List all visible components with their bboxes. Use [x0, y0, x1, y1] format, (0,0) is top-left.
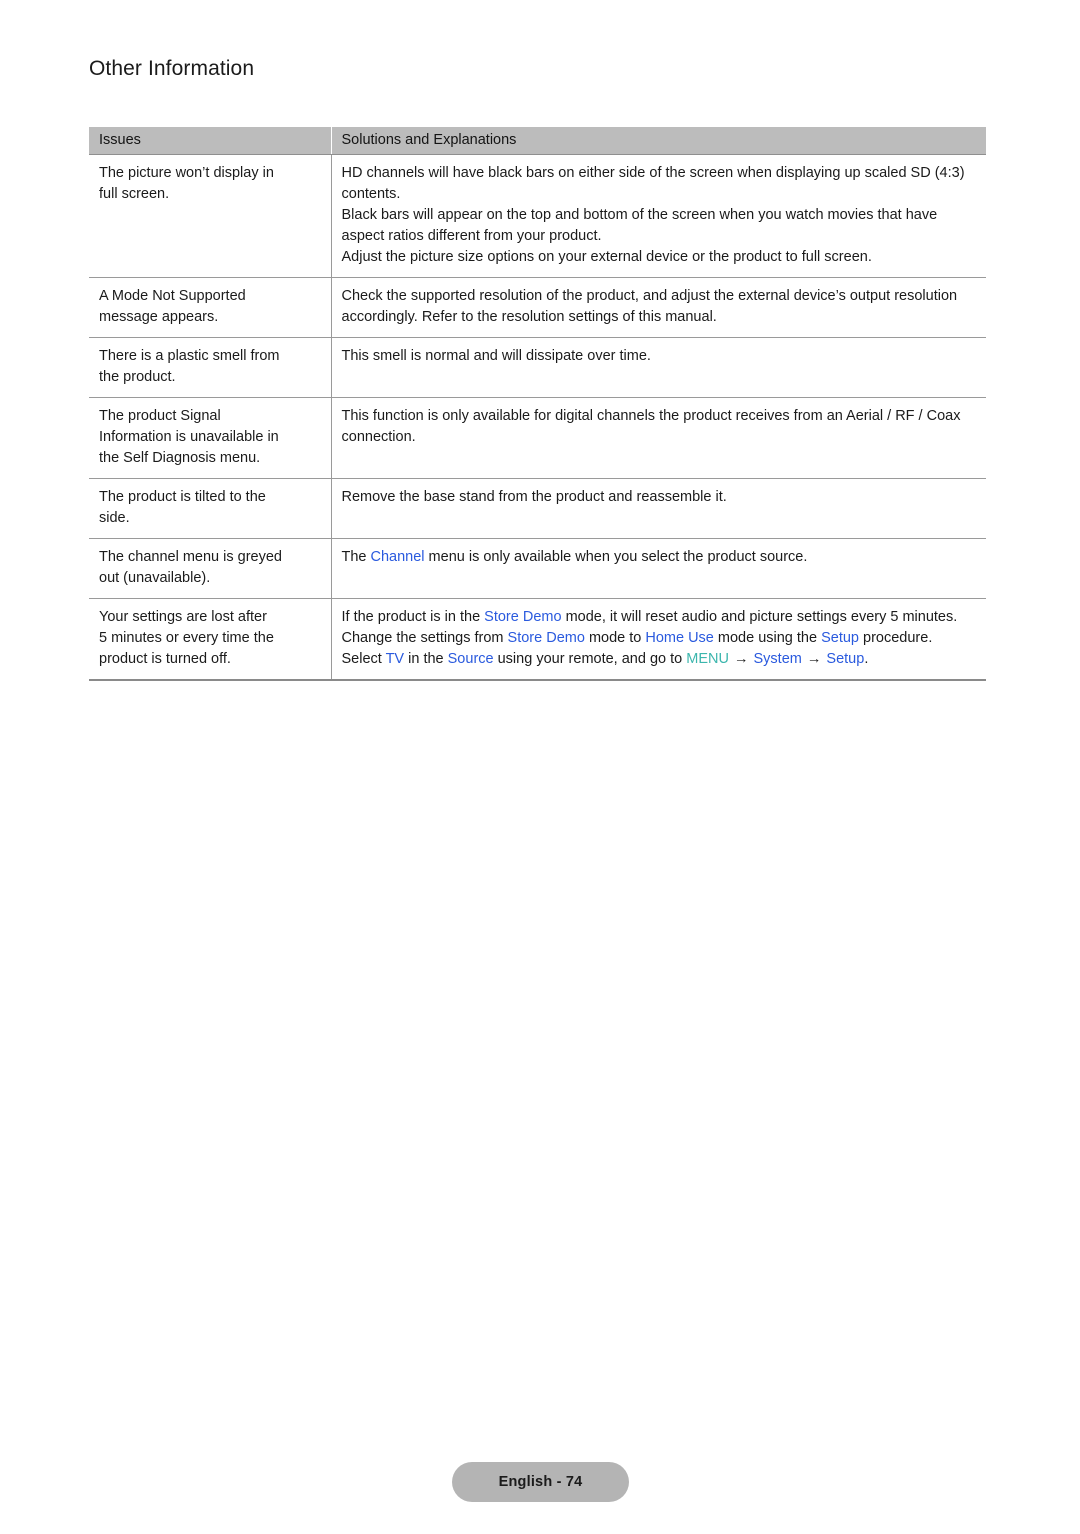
issue-line: There is a plastic smell from: [99, 348, 280, 364]
solution-paragraph: Adjust the picture size options on your …: [341, 249, 872, 265]
menu-term: Store Demo: [484, 609, 562, 625]
issue-cell: The channel menu is greyed out (unavailab…: [89, 538, 332, 599]
table-header: Issues Solutions and Explanations: [89, 127, 986, 155]
issue-line: The product Signal: [99, 408, 221, 424]
solution-cell: HD channels will have black bars on eith…: [331, 154, 986, 278]
issue-line: side.: [99, 510, 130, 526]
issue-cell: The product Signal Information is unavail…: [89, 397, 332, 479]
issue-line: The channel menu is greyed: [99, 549, 282, 565]
menu-term: Source: [447, 651, 494, 667]
solution-cell: This smell is normal and will dissipate …: [331, 337, 986, 398]
issue-line: message appears.: [99, 309, 219, 325]
solution-paragraph: Remove the base stand from the product a…: [341, 489, 727, 505]
menu-term: Setup: [821, 630, 859, 646]
table-body: The picture won’t display in full screen.…: [89, 154, 986, 681]
navigation-arrow-icon: →: [729, 651, 753, 667]
issue-line: the Self Diagnosis menu.: [99, 450, 261, 466]
solution-paragraph: This smell is normal and will dissipate …: [341, 348, 651, 364]
table-row: The picture won’t display in full screen.…: [89, 154, 986, 278]
issue-cell: The picture won’t display in full screen.: [89, 154, 332, 278]
issue-line: Your settings are lost after: [99, 609, 267, 625]
solution-text: .: [864, 651, 869, 667]
solution-cell: Remove the base stand from the product a…: [331, 478, 986, 539]
table-row: A Mode Not Supported message appears. Chec…: [89, 277, 986, 338]
solution-paragraph: The Channel menu is only available when …: [342, 547, 975, 568]
issue-line: full screen.: [99, 186, 170, 202]
page-footer-badge: English - 74: [452, 1462, 629, 1502]
solution-paragraph: Black bars will appear on the top and bo…: [341, 207, 938, 244]
issue-line: Information is unavailable in: [99, 429, 279, 445]
menu-term-root: MENU: [686, 651, 729, 667]
column-header-solutions: Solutions and Explanations: [330, 127, 986, 155]
solution-text: The: [341, 549, 371, 565]
table-row: The product is tilted to the side. Remove …: [89, 478, 986, 539]
menu-term: Store Demo: [507, 630, 585, 646]
solution-cell: The Channel menu is only available when …: [331, 538, 986, 599]
solution-paragraph: This function is only available for digi…: [341, 408, 961, 445]
page-footer-label: English - 74: [498, 1474, 583, 1490]
table-row: The product Signal Information is unavail…: [89, 397, 986, 479]
menu-term: Channel: [370, 549, 425, 565]
solution-cell: This function is only available for digi…: [331, 397, 986, 479]
issue-cell: A Mode Not Supported message appears.: [89, 277, 332, 338]
menu-term: Setup: [826, 651, 865, 667]
solution-text: mode to: [584, 630, 646, 646]
solution-text: If the product is in the: [341, 609, 485, 625]
table-header-row: Issues Solutions and Explanations: [89, 127, 986, 155]
issue-line: The product is tilted to the: [99, 489, 266, 505]
issue-line: 5 minutes or every time the: [99, 630, 274, 646]
issue-line: out (unavailable).: [99, 570, 211, 586]
table-row: The channel menu is greyed out (unavailab…: [89, 538, 986, 599]
troubleshooting-table: Issues Solutions and Explanations The pi…: [89, 127, 986, 681]
issue-cell: The product is tilted to the side.: [89, 478, 332, 539]
solution-text: in the: [404, 651, 448, 667]
issue-line: product is turned off.: [99, 651, 231, 667]
column-header-issues: Issues: [89, 127, 331, 155]
solution-text: mode using the: [713, 630, 822, 646]
page-title: Other Information: [89, 57, 255, 80]
navigation-arrow-icon: →: [802, 651, 826, 667]
solution-paragraph: Check the supported resolution of the pr…: [341, 288, 958, 325]
table-row: Your settings are lost after 5 minutes or…: [89, 598, 986, 681]
issue-line: the product.: [99, 369, 176, 385]
solution-paragraph: HD channels will have black bars on eith…: [341, 165, 965, 202]
solution-text: menu is only available when you select t…: [424, 549, 808, 565]
issue-cell: Your settings are lost after 5 minutes or…: [89, 598, 332, 681]
solution-text: using your remote, and go to: [493, 651, 687, 667]
issue-line: A Mode Not Supported: [99, 288, 246, 304]
issue-cell: There is a plastic smell from the product…: [89, 337, 332, 398]
menu-term: Home Use: [645, 630, 714, 646]
document-page: Other Information Issues Solutions and E…: [0, 0, 1080, 1534]
solution-cell: If the product is in the Store Demo mode…: [331, 598, 986, 681]
troubleshooting-table-wrapper: Issues Solutions and Explanations The pi…: [89, 127, 986, 681]
menu-term: TV: [385, 651, 405, 667]
menu-term: System: [753, 651, 802, 667]
table-row: There is a plastic smell from the product…: [89, 337, 986, 398]
issue-line: The picture won’t display in: [99, 165, 274, 181]
solution-paragraph: If the product is in the Store Demo mode…: [342, 607, 975, 670]
solution-cell: Check the supported resolution of the pr…: [331, 277, 986, 338]
